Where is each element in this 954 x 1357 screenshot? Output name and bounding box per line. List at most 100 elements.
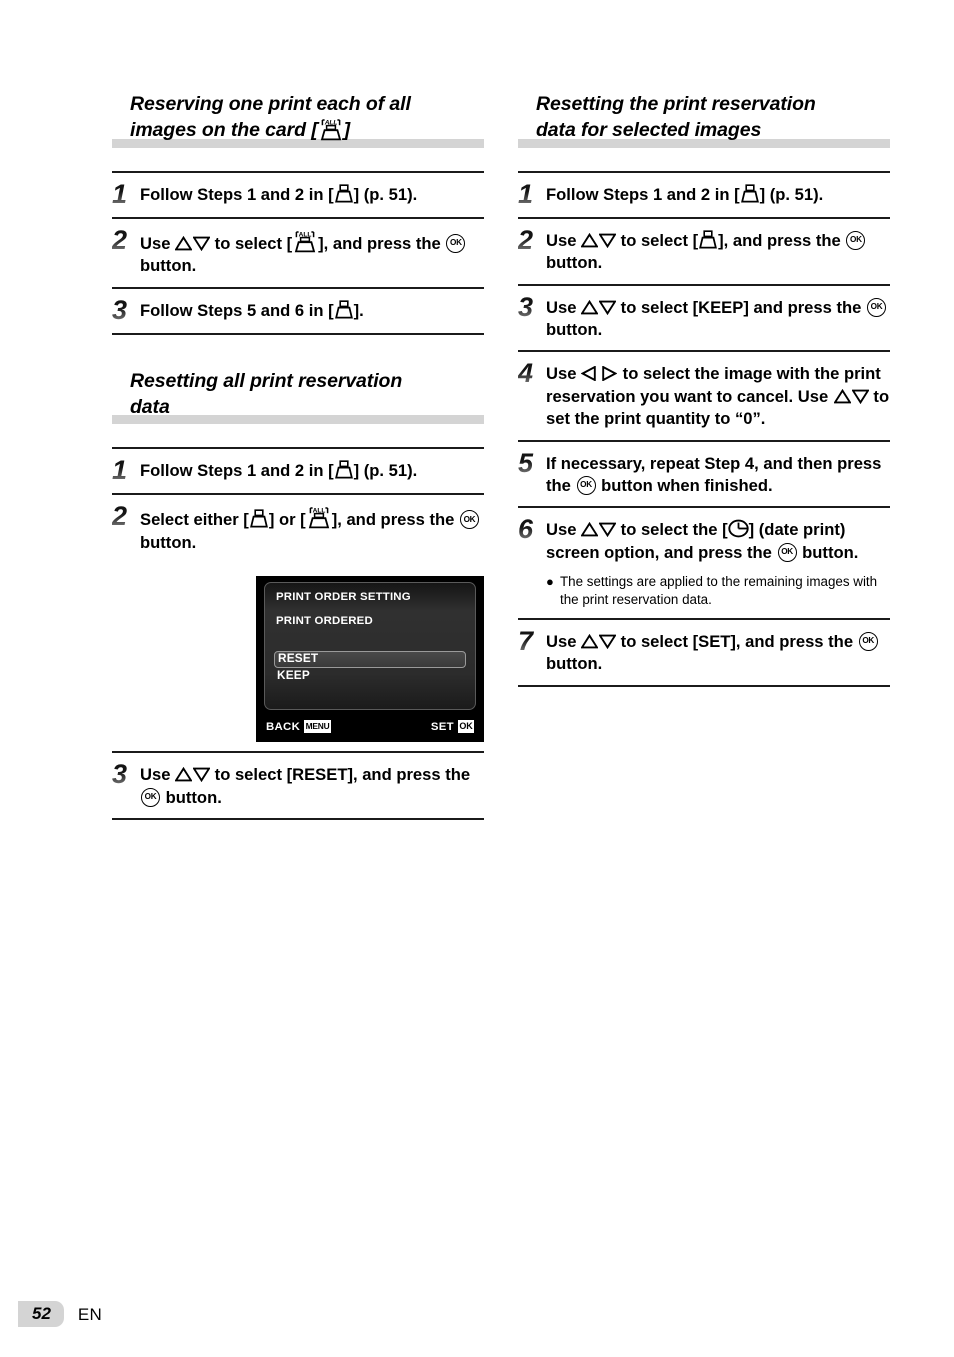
step-number: 3 [112, 296, 140, 324]
ok-badge-icon: OK [457, 720, 474, 734]
step-text: Use to select [RESET], and press the but… [140, 760, 484, 809]
ok-button-icon [576, 475, 596, 495]
section-heading-gap [112, 424, 484, 447]
step-number: 7 [518, 627, 546, 655]
ok-button-icon [459, 510, 479, 530]
step-list: 1 Follow Steps 1 and 2 in [] (p. 51). 2 Use… [518, 170, 890, 687]
lcd-title-separator [274, 606, 466, 615]
step-content: Use to select [KEEP] and press the butto… [546, 293, 890, 342]
step-text: Follow Steps 5 and 6 in []. [140, 300, 364, 320]
triangle-left-icon [581, 366, 596, 382]
step-item: 3 Follow Steps 5 and 6 in []. [112, 289, 484, 335]
step-number: 1 [112, 456, 140, 484]
step-content: Follow Steps 1 and 2 in [] (p. 51). [140, 456, 484, 482]
printer-all-icon: ALL [320, 119, 341, 141]
step-content: Use to select [RESET], and press the but… [140, 760, 484, 809]
lcd-subtitle: PRINT ORDERED [276, 615, 373, 628]
printer-all-icon: ALL [308, 507, 329, 529]
step-text: If necessary, repeat Step 4, and then pr… [546, 449, 890, 498]
step-number: 3 [518, 293, 546, 321]
step-number: 2 [518, 226, 546, 254]
date-print-clock-icon [727, 520, 749, 538]
section-heading: Reserving one print each of all images on… [112, 92, 484, 148]
page-footer: 52 EN [18, 1301, 102, 1327]
step-content: If necessary, repeat Step 4, and then pr… [546, 449, 890, 498]
triangle-up-icon [175, 235, 193, 251]
lcd-footer: BACK MENU SET OK [264, 717, 476, 735]
triangle-down-icon [599, 523, 617, 538]
step-content: Use to select the [] (date print) screen… [546, 515, 890, 608]
triangle-down-icon [599, 300, 617, 315]
triangle-up-icon [581, 232, 599, 248]
lcd-back-label: BACK [266, 721, 301, 734]
step-number: 6 [518, 515, 546, 543]
step-content: Use to select the image with the print r… [546, 359, 890, 430]
section-heading-text: Resetting the print reservation data for … [536, 93, 816, 141]
step-list: 1 Follow Steps 1 and 2 in [] (p. 51). 2 Sel… [112, 447, 484, 821]
step-content: Follow Steps 5 and 6 in []. [140, 296, 484, 322]
step-text: Follow Steps 1 and 2 in [] (p. 51). [546, 184, 824, 204]
step-item: 3Use to select [RESET], and press the bu… [112, 753, 484, 821]
step-content: Use to select [ALL], and press the butto… [140, 226, 484, 278]
step-number: 1 [518, 180, 546, 208]
step-number: 3 [112, 760, 140, 788]
ok-button-icon [858, 631, 878, 651]
ok-button-icon [866, 297, 886, 317]
triangle-right-icon [602, 366, 618, 382]
step-item: 6 Use to select the [] (date print) scree… [518, 508, 890, 620]
section-heading-text: Resetting all print reservation data [130, 369, 403, 418]
step-item: 2Use to select [ALL], and press the butt… [112, 219, 484, 289]
ok-button-icon [777, 542, 797, 562]
step-item: 1 Follow Steps 1 and 2 in [] (p. 51). [518, 173, 890, 219]
printer-icon [334, 184, 353, 203]
section-heading-gap [112, 148, 484, 171]
step-content: Use to select [], and press the button. [546, 226, 890, 275]
step-text: Follow Steps 1 and 2 in [] (p. 51). [140, 184, 418, 204]
triangle-down-icon [193, 236, 211, 251]
triangle-up-icon [581, 299, 599, 314]
section-heading-text: Reserving one print each of all images on… [130, 93, 411, 141]
lcd-inner-panel: PRINT ORDER SETTING PRINT ORDERED RESET KEE… [264, 582, 476, 711]
printer-icon [740, 184, 759, 203]
step-number: 2 [112, 502, 140, 530]
lcd-set-label: SET [430, 721, 454, 734]
section-heading: Resetting the print reservation data for … [518, 92, 890, 148]
step-item: 1 Follow Steps 1 and 2 in [] (p. 51). [112, 173, 484, 219]
left-column: Reserving one print each of all images on… [112, 92, 484, 821]
lcd-title: PRINT ORDER SETTING [276, 591, 411, 604]
step-text: Use to select the image with the print r… [546, 364, 890, 429]
step-item: 4 Use to select the image with the print … [518, 352, 890, 442]
step-content: Use to select [SET], and press the butto… [546, 627, 890, 676]
step-note: ● The settings are applied to the remaini… [546, 574, 878, 607]
step-item: 3Use to select [KEEP] and press the butt… [518, 286, 890, 353]
lcd-option-keep[interactable]: KEEP [274, 668, 466, 685]
step-content: Select either [] or [ALL], and press the… [140, 502, 484, 743]
lcd-option-reset[interactable]: RESET [274, 651, 466, 669]
step-text: Use to select [SET], and press the butto… [546, 627, 890, 676]
step-item: 2 Select either [] or [ALL], and press th… [112, 495, 484, 754]
triangle-up-icon [581, 633, 599, 649]
lcd-set-control[interactable]: SET OK [431, 717, 474, 735]
step-number: 5 [518, 449, 546, 477]
step-number: 1 [112, 180, 140, 208]
step-text: Use to select [ALL], and press the butto… [140, 226, 484, 278]
step-text: Use to select [], and press the button. [546, 226, 890, 275]
ok-button-icon [446, 233, 466, 253]
step-content: Follow Steps 1 and 2 in [] (p. 51). [546, 180, 890, 206]
right-column: Resetting the print reservation data for … [518, 92, 890, 687]
lcd-illustration-wrapper: PRINT ORDER SETTING PRINT ORDERED RESET KEE… [140, 576, 484, 743]
step-text: Follow Steps 1 and 2 in [] (p. 51). [140, 460, 418, 481]
triangle-up-icon [833, 388, 851, 404]
step-text: Use to select the [] (date print) screen… [546, 515, 890, 564]
section-heading-gap [518, 148, 890, 171]
triangle-down-icon [193, 767, 211, 783]
lcd-back-control[interactable]: BACK MENU [266, 717, 331, 735]
printer-icon [334, 300, 353, 319]
triangle-down-icon [599, 634, 617, 649]
section-heading: Resetting all print reservation data [112, 369, 484, 425]
step-number: 2 [112, 226, 140, 254]
step-item: 1 Follow Steps 1 and 2 in [] (p. 51). [112, 449, 484, 496]
triangle-up-icon [175, 767, 193, 782]
step-item: 7Use to select [SET], and press the butt… [518, 620, 890, 687]
